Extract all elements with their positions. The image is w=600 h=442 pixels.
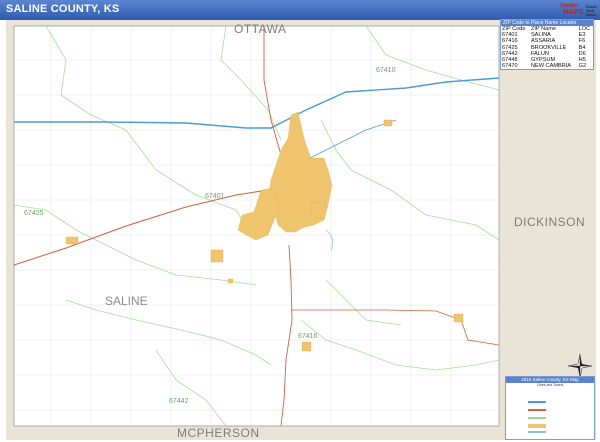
- zip-label-67416: 67416: [298, 333, 318, 340]
- zip-label-67442: 67442: [169, 398, 189, 405]
- mcpherson-county-label: MCPHERSON: [177, 426, 260, 440]
- zip-label-67410: 67410: [376, 67, 396, 74]
- table-row: 67425 BROOKVILLE B4: [502, 44, 586, 51]
- table-row: 67416 ASSARIA F6: [502, 38, 586, 45]
- map-legend: 2016 Saline County, KS Map Cities and To…: [505, 376, 595, 440]
- zip-locator-table: ZIP Code to Place Name Locator ZIP Code …: [500, 19, 594, 70]
- ottawa-county-label: OTTAWA: [234, 22, 287, 36]
- publisher-logo: Market MAPS Small Wall Maps: [560, 3, 597, 17]
- legend-subheader: Cities and Towns: [536, 383, 564, 387]
- map-title: SALINE COUNTY, KS: [6, 3, 120, 15]
- legend-zip-swatch: [528, 417, 546, 419]
- table-row: 67470 NEW CAMBRIA G2: [502, 63, 587, 70]
- saline-label: SALINE: [105, 294, 148, 308]
- legend-interstate-swatch: [528, 401, 546, 403]
- legend-water-swatch: [528, 431, 546, 433]
- title-bar: SALINE COUNTY, KS Market MAPS Small Wall…: [0, 0, 600, 20]
- dickinson-county-label: DICKINSON: [514, 215, 586, 229]
- zip-label-67425: 67425: [24, 210, 44, 217]
- zip-label-67401: 67401: [205, 193, 225, 200]
- legend-highway-swatch: [528, 409, 546, 411]
- legend-urban-swatch: [528, 424, 546, 428]
